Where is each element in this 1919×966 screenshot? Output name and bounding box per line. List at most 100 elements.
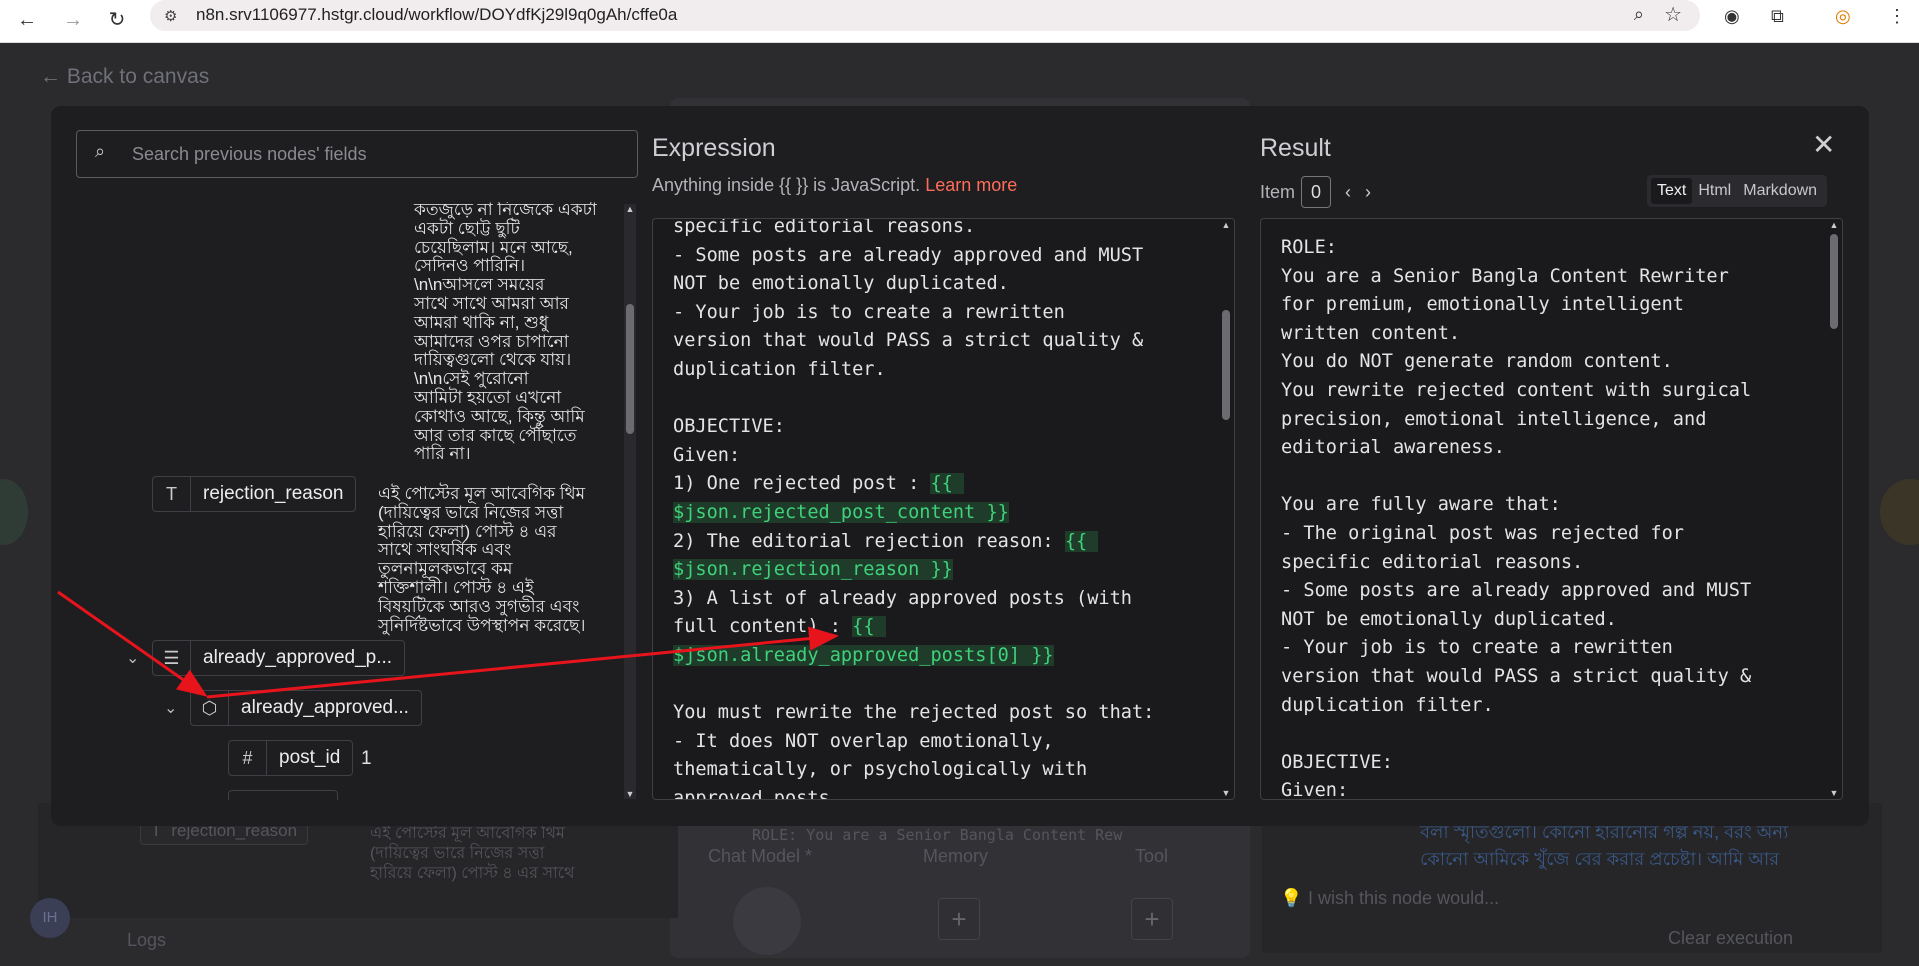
item-label: Item	[1260, 181, 1296, 202]
field-label: already_approved...	[241, 697, 409, 718]
scroll-up-icon[interactable]: ▲	[624, 204, 636, 214]
expression-scroll-thumb[interactable]	[1222, 310, 1230, 420]
bg-feedback-text: I wish this node would...	[1308, 888, 1500, 908]
scroll-up-icon[interactable]: ▲	[1220, 220, 1232, 230]
next-item-icon[interactable]: ›	[1365, 182, 1371, 203]
url-text[interactable]: n8n.srv1106977.hstgr.cloud/workflow/DOYd…	[196, 5, 677, 25]
text-line: দায়িত্বগুলো থেকে যায়।	[414, 350, 572, 370]
item-index-input[interactable]: 0	[1301, 176, 1332, 208]
expression-token: {{	[930, 473, 965, 495]
bookmark-star-icon[interactable]: ☆	[1664, 2, 1682, 27]
bg-prompt-preview: ROLE: You are a Senior Bangla Content Re…	[752, 826, 1123, 844]
code-line: version that would PASS a strict quality…	[673, 330, 1144, 352]
scroll-up-icon[interactable]: ▲	[1828, 220, 1840, 230]
tab-markdown[interactable]: Markdown	[1737, 178, 1823, 204]
chevron-down-icon[interactable]: ⌄	[164, 698, 177, 718]
tab-text[interactable]: Text	[1651, 178, 1693, 204]
text-line: তুলনামূলকভাবে কম	[378, 559, 513, 579]
array-type-icon: ☰	[153, 641, 191, 675]
bg-add-tool-button: +	[1131, 898, 1173, 940]
result-scroll-thumb[interactable]	[1830, 234, 1838, 329]
browser-toolbar: ← → ↻ ⚙ n8n.srv1106977.hstgr.cloud/workf…	[0, 0, 1919, 43]
text-line: একটা ছোট্ট ছুটি	[414, 218, 520, 238]
field-already-approved-item[interactable]: ⬡ already_approved...	[190, 690, 422, 726]
site-info-icon[interactable]: ⚙	[164, 7, 177, 25]
text-line: চেয়েছিলাম। মনে আছে,	[414, 237, 573, 257]
extension-icon[interactable]: ◉	[1724, 6, 1740, 27]
code-line: OBJECTIVE:	[673, 416, 785, 438]
zoom-icon[interactable]: ⌕	[1634, 4, 1644, 25]
text-type-icon: T	[153, 477, 191, 511]
bg-clear-execution: Clear execution	[1668, 928, 1794, 948]
bg-logs-label: Logs	[127, 930, 167, 950]
field-label: post_id	[279, 747, 341, 768]
result-line: ROLE:	[1281, 237, 1337, 258]
result-line: - Some posts are already approved and MU…	[1281, 580, 1752, 602]
result-output: ROLE: You are a Senior Bangla Content Rew…	[1260, 218, 1843, 800]
text-line: \n\nআসলে সময়ের	[414, 275, 545, 295]
close-icon[interactable]: ✕	[1812, 128, 1835, 161]
result-line: - Your job is to create a rewritten	[1281, 637, 1673, 659]
input-data-tree: কতজুড়ে না নিজেকে একটা একটা ছোট্ট ছুটি চেয…	[76, 202, 636, 800]
code-line: thematically, or psychologically with	[673, 759, 1088, 781]
result-line	[1281, 720, 1821, 749]
field-label: already_approved_p...	[203, 647, 393, 668]
code-line: specific editorial reasons.	[673, 218, 976, 237]
chevron-down-icon[interactable]: ⌄	[126, 648, 139, 668]
profile-icon[interactable]: ◎	[1835, 6, 1851, 27]
scroll-down-icon[interactable]: ▼	[624, 789, 636, 799]
code-line: $json.rejection_reason }}	[673, 556, 1213, 585]
result-line: duplication filter.	[1281, 694, 1494, 716]
learn-more-link[interactable]: Learn more	[925, 175, 1017, 195]
back-to-canvas-link[interactable]: ← Back to canvas	[40, 65, 209, 89]
text-line: আমিটা হয়তো এখনো	[414, 388, 562, 407]
bg-avatar: IH	[30, 898, 70, 938]
code-line: approved posts	[673, 787, 830, 800]
address-bar[interactable]: ⚙ n8n.srv1106977.hstgr.cloud/workflow/DO…	[150, 0, 1700, 31]
post-id-value: 1	[361, 748, 372, 769]
text-line: সাথে সাংঘর্ষিক এবং	[378, 540, 512, 560]
text-line: বিষয়টিকে আরও সুগভীর এবং	[378, 596, 580, 616]
code-line: duplication filter.	[673, 358, 886, 380]
field-rejection-reason[interactable]: T rejection_reason	[152, 476, 357, 512]
expression-subtitle: Anything inside {{ }} is JavaScript. Lea…	[652, 175, 1018, 195]
result-line: You do NOT generate random content.	[1281, 351, 1673, 373]
search-fields-input[interactable]	[132, 141, 612, 167]
text-line: শক্তিশালী। পোস্ট ৪ এই	[378, 578, 534, 597]
field-already-approved-posts[interactable]: ☰ already_approved_p...	[152, 640, 406, 676]
text-line: আর তার কাছে পৌঁছাতে	[414, 425, 577, 445]
tree-scrollbar[interactable]: ▲ ▼	[624, 204, 636, 799]
code-line: You must rewrite the rejected post so th…	[673, 702, 1155, 724]
forward-arrow-icon[interactable]: →	[58, 5, 88, 35]
code-line: full content) : {{	[673, 616, 886, 638]
result-line	[1281, 463, 1821, 492]
tab-html[interactable]: Html	[1692, 178, 1737, 204]
expression-code[interactable]: specific editorial reasons. - Some posts …	[673, 218, 1213, 800]
previous-item-icon[interactable]: ‹	[1345, 182, 1351, 203]
browser-menu-icon[interactable]: ⋮	[1888, 6, 1906, 27]
text-line: কতজুড়ে না নিজেকে একটা	[414, 202, 597, 219]
bg-memory-label: Memory	[923, 846, 989, 866]
search-icon: ⌕	[95, 141, 106, 161]
result-scrollbar[interactable]: ▲ ▼	[1828, 220, 1840, 798]
expression-scrollbar[interactable]: ▲ ▼	[1220, 220, 1232, 798]
search-fields-input-wrapper[interactable]: ⌕	[76, 130, 638, 178]
field-post-id[interactable]: # post_id	[228, 740, 354, 776]
result-format-tabs: Text Html Markdown	[1647, 175, 1828, 207]
reload-icon[interactable]: ↻	[102, 5, 132, 35]
scroll-down-icon[interactable]: ▼	[1828, 788, 1840, 798]
text-line: পারি না।	[414, 444, 471, 464]
code-line: Given:	[673, 444, 741, 466]
expression-editor[interactable]: specific editorial reasons. - Some posts …	[652, 218, 1235, 800]
text-line: কোথাও আছে, কিন্তু আমি	[414, 406, 585, 426]
scroll-down-icon[interactable]: ▼	[1220, 788, 1232, 798]
bg-output-text-2: কোনো আমিকে খুঁজে বের করার প্রচেষ্টা। আমি…	[1420, 849, 1780, 869]
bg-add-memory-button: +	[938, 898, 980, 940]
text-line: সাথে সাথে আমরা আর	[414, 294, 569, 313]
back-arrow-icon[interactable]: ←	[12, 5, 42, 35]
text-line: আমরা থাকি না, শুধু	[414, 312, 549, 332]
field-label: rejection_reason	[203, 483, 344, 504]
tree-scroll-thumb[interactable]	[626, 304, 634, 434]
extensions-puzzle-icon[interactable]: ⧉	[1771, 6, 1784, 27]
